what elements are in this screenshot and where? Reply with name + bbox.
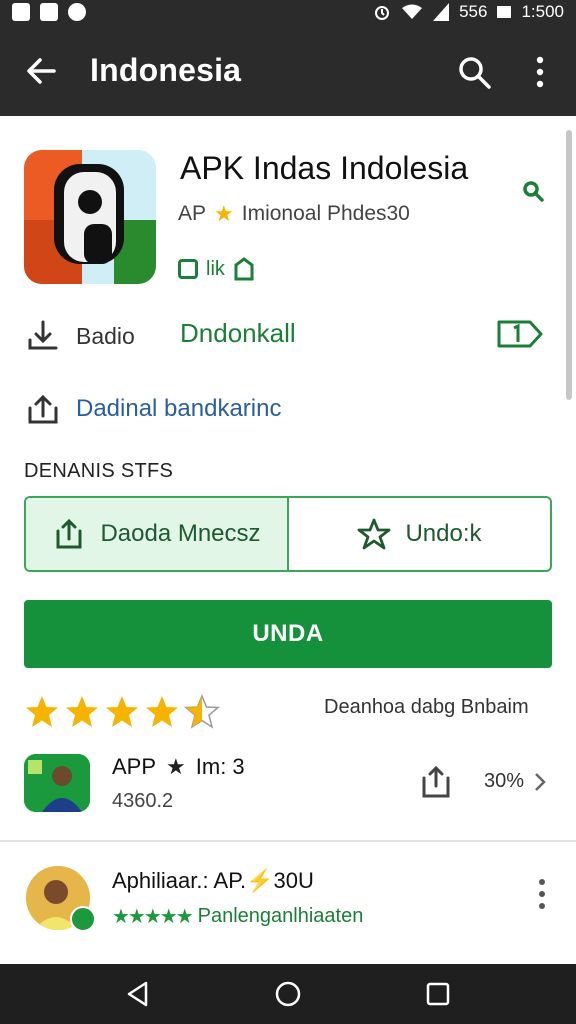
install-button[interactable]: UNDA — [24, 600, 552, 668]
developer-count: 4360.2 — [112, 790, 174, 812]
developer-avatar[interactable] — [24, 754, 90, 812]
scrollbar[interactable] — [566, 130, 572, 400]
app-subtitle: AP ★ Imionoal Phdes30 — [178, 201, 410, 227]
app-title: APK Indas Indolesia — [180, 150, 469, 186]
app-subtitle-text: Imionoal Phdes30 — [241, 202, 410, 225]
half-star-icon — [184, 694, 220, 729]
star-icon — [106, 696, 138, 727]
review-stars: ★★★★★ — [112, 906, 194, 928]
rating-caption: Deanhoa dabg Bnbaim — [324, 696, 529, 718]
share-icon — [56, 518, 82, 549]
developer-name: APP — [112, 754, 157, 779]
share-icon[interactable] — [418, 764, 454, 800]
divider — [0, 840, 576, 842]
app-icon — [24, 150, 156, 284]
star-icon: ★ — [166, 754, 186, 779]
segment-left[interactable]: Daoda Mnecsz — [26, 498, 289, 570]
signal-text: 556 — [459, 2, 488, 21]
review-line: ★★★★★ Panlenganlhiaaten — [112, 904, 363, 929]
app-subtitle-prefix: AP — [178, 202, 207, 225]
clock: 1:500 — [521, 2, 564, 21]
search-icon[interactable] — [456, 54, 492, 90]
details-link[interactable]: Dadinal bandkarinc — [76, 395, 281, 423]
nav-back-icon[interactable] — [124, 980, 152, 1008]
notification-icon — [12, 3, 30, 21]
nav-home-icon[interactable] — [274, 980, 302, 1008]
nav-recents-icon[interactable] — [424, 980, 452, 1008]
bookmark-icon[interactable] — [233, 257, 255, 281]
developer-rating: Im: 3 — [195, 754, 245, 779]
rating-stars — [24, 694, 220, 730]
alarm-icon — [375, 6, 390, 20]
segment-right-label: Undo:k — [405, 520, 482, 547]
more-vert-icon[interactable] — [528, 54, 552, 90]
app-badge-row: lik — [178, 257, 255, 281]
star-icon — [66, 696, 98, 727]
star-icon: ★ — [214, 201, 234, 226]
star-outline-icon — [358, 518, 391, 550]
segmented-control: Daoda Mnecsz Undo:k — [24, 496, 552, 572]
page-title: Indonesia — [90, 52, 242, 88]
developer-percent-row[interactable]: 30% — [484, 770, 546, 793]
verified-badge-icon — [70, 906, 96, 932]
download-link[interactable]: Dndonkall — [180, 318, 296, 349]
notification-icon — [40, 3, 58, 21]
download-icon — [28, 320, 58, 350]
tag-icon[interactable] — [496, 318, 544, 350]
reviewer-name: Aphiliaar.: AP.⚡30U — [112, 868, 314, 893]
segment-left-label: Daoda Mnecsz — [100, 520, 261, 547]
segment-right[interactable]: Undo:k — [289, 498, 550, 570]
search-icon[interactable] — [520, 178, 546, 204]
row-label: Badio — [76, 323, 135, 349]
section-heading: DENANIS STFS — [24, 460, 174, 482]
developer-name-row: APP ★ Im: 3 — [112, 754, 245, 780]
notification-icon — [68, 3, 86, 21]
back-arrow-icon[interactable] — [24, 54, 58, 88]
developer-percent: 30% — [484, 770, 525, 792]
square-icon — [178, 259, 198, 279]
wifi-icon — [402, 4, 423, 19]
status-bar: 556 1:500 — [0, 0, 576, 26]
review-text: Panlenganlhiaaten — [197, 905, 364, 927]
star-icon — [26, 696, 58, 727]
chevron-right-icon — [535, 772, 546, 791]
system-nav-bar — [0, 964, 576, 1024]
more-vert-icon[interactable] — [532, 876, 552, 912]
signal-icon — [433, 3, 450, 21]
battery-icon — [497, 6, 512, 18]
star-icon — [146, 696, 178, 727]
app-badge-text: lik — [206, 257, 225, 280]
app-bar: Indonesia — [0, 26, 576, 116]
upload-icon — [28, 394, 58, 424]
